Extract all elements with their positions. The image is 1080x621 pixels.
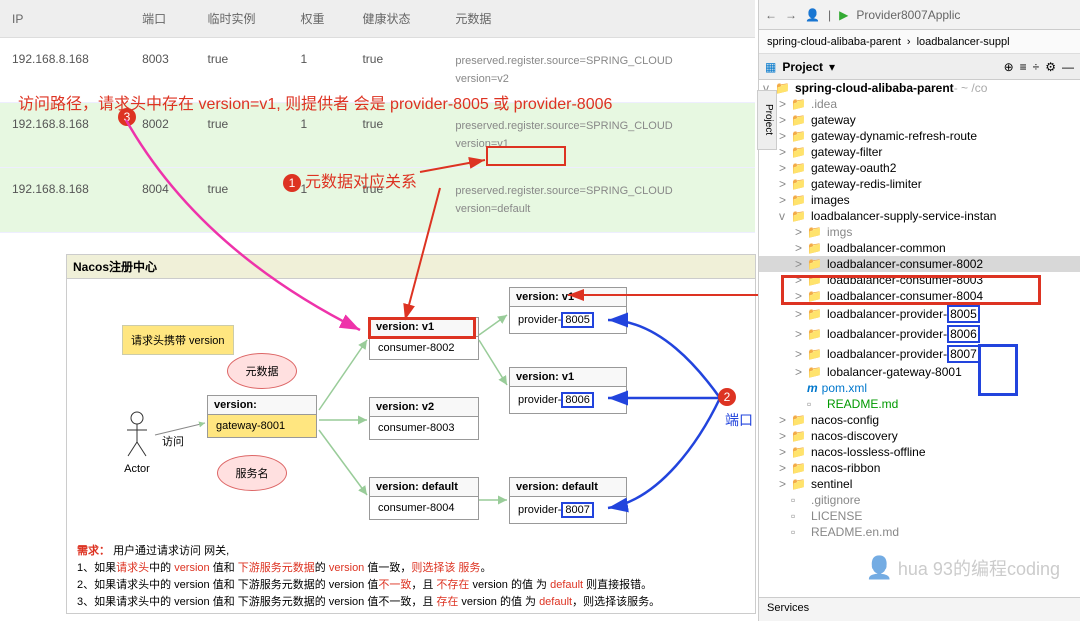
service-cloud: 服务名 [217, 455, 287, 491]
tree-item[interactable]: v📁loadbalancer-supply-service-instan [759, 208, 1080, 224]
tree-item[interactable]: ▫LICENSE [759, 508, 1080, 524]
divider: | [828, 8, 831, 22]
chevron-right-icon: › [907, 36, 911, 48]
actor: Actor [122, 410, 152, 475]
tree-item[interactable]: ▫README.en.md [759, 524, 1080, 540]
provider-box: version: defaultprovider-8007 [509, 477, 627, 524]
tree-item[interactable]: >📁nacos-ribbon [759, 460, 1080, 476]
diagram-title: Nacos注册中心 [67, 255, 755, 279]
project-tool-header[interactable]: ▦ Project ▾ ⊕ ≡ ÷ ⚙ — [759, 54, 1080, 80]
tree-item[interactable]: >📁loadbalancer-provider-8005 [759, 304, 1080, 324]
tree-root[interactable]: v📁spring-cloud-alibaba-parent - ~ /co [759, 80, 1080, 96]
circle-3: 3 [118, 108, 136, 126]
path-annotation: 访问路径，请求头中存在 version=v1, 则提供者 会是 provider… [18, 90, 612, 114]
instance-table: IP端口临时实例权重健康状态元数据 192.168.8.1688003true1… [0, 0, 755, 233]
circle-2: 2 [718, 388, 736, 406]
provider-box: version: v1provider-8006 [509, 367, 627, 414]
request-note: 请求头携带 version [122, 325, 234, 355]
ide-toolbar[interactable]: ← → 👤 | ▶ Provider8007Applic [759, 0, 1080, 30]
tree-item[interactable]: >📁nacos-config [759, 412, 1080, 428]
consumer-box: version: v2consumer-8003 [369, 397, 479, 440]
hide-icon[interactable]: — [1062, 60, 1074, 74]
select-icon[interactable]: ≡ [1020, 60, 1027, 74]
tree-item[interactable]: >📁nacos-lossless-offline [759, 444, 1080, 460]
col-header: 健康状态 [350, 0, 443, 38]
visit-label: 访问 [162, 433, 184, 449]
circle-1: 1 [283, 174, 301, 192]
project-tree[interactable]: v📁spring-cloud-alibaba-parent - ~ /co>📁.… [759, 80, 1080, 610]
consumer-v1-highlight [368, 317, 476, 339]
tree-item[interactable]: >📁loadbalancer-provider-8007 [759, 344, 1080, 364]
run-icon[interactable]: ▶ [839, 8, 848, 22]
settings-icon[interactable]: ⚙ [1045, 60, 1056, 74]
requirements-notes: 需求： 用户通过请求访问 网关, 1、如果请求头中的 version 值和 下游… [77, 543, 660, 611]
tree-item[interactable]: >📁sentinel [759, 476, 1080, 492]
gateway-box: version: gateway-8001 [207, 395, 317, 438]
tree-item[interactable]: ▫.gitignore [759, 492, 1080, 508]
back-icon[interactable]: ← [765, 8, 777, 22]
breadcrumb[interactable]: spring-cloud-alibaba-parent › loadbalanc… [759, 30, 1080, 54]
project-tab[interactable]: Project [757, 90, 777, 150]
project-label: Project [782, 60, 823, 74]
tree-item[interactable]: >📁loadbalancer-provider-8006 [759, 324, 1080, 344]
tree-item[interactable]: >📁loadbalancer-consumer-8002 [759, 256, 1080, 272]
tree-item[interactable]: >📁gateway-redis-limiter [759, 176, 1080, 192]
col-header: 权重 [288, 0, 350, 38]
tree-item[interactable]: ▫README.md [759, 396, 1080, 412]
ide-panel: ← → 👤 | ▶ Provider8007Applic spring-clou… [758, 0, 1080, 621]
tree-item[interactable]: >📁images [759, 192, 1080, 208]
consumer-box: version: defaultconsumer-8004 [369, 477, 479, 520]
tree-item[interactable]: >📁gateway-oauth2 [759, 160, 1080, 176]
forward-icon[interactable]: → [785, 8, 797, 22]
col-header: 元数据 [443, 0, 755, 38]
crumb-1[interactable]: spring-cloud-alibaba-parent [767, 36, 901, 48]
run-config[interactable]: Provider8007Applic [856, 8, 960, 22]
provider-box: version: v1provider-8005 [509, 287, 627, 334]
meta-relation-annotation: 1元数据对应关系 [283, 168, 417, 192]
col-header: 端口 [130, 0, 195, 38]
tree-port-highlight [978, 344, 1018, 396]
tree-item[interactable]: >📁nacos-discovery [759, 428, 1080, 444]
tree-item[interactable]: >📁lobalancer-gateway-8001 [759, 364, 1080, 380]
tree-consumer-highlight [781, 275, 1041, 305]
meta-cloud: 元数据 [227, 353, 297, 389]
versionv1-highlight [486, 146, 566, 166]
tree-item[interactable]: >📁gateway [759, 112, 1080, 128]
watermark: 👤 hua 93的编程coding [865, 555, 1060, 581]
dropdown-icon[interactable]: ▾ [829, 60, 835, 74]
services-tab[interactable]: Services [759, 597, 1080, 621]
port-annotation: 端口 [725, 410, 753, 430]
tree-item[interactable]: >📁imgs [759, 224, 1080, 240]
crumb-2[interactable]: loadbalancer-suppl [917, 36, 1010, 48]
col-header: IP [0, 0, 130, 38]
collapse-icon[interactable]: ⊕ [1004, 60, 1014, 74]
architecture-diagram: Nacos注册中心 请求头携带 version 元数据 服务名 Actor 访问… [66, 254, 756, 614]
add-user-icon[interactable]: 👤 [805, 8, 820, 22]
tree-item[interactable]: >📁gateway-dynamic-refresh-route [759, 128, 1080, 144]
tree-item[interactable]: mpom.xml [759, 380, 1080, 396]
tree-item[interactable]: >📁loadbalancer-common [759, 240, 1080, 256]
tree-item[interactable]: >📁.idea [759, 96, 1080, 112]
tree-item[interactable]: >📁gateway-filter [759, 144, 1080, 160]
col-header: 临时实例 [196, 0, 289, 38]
divide-icon[interactable]: ÷ [1033, 60, 1040, 74]
